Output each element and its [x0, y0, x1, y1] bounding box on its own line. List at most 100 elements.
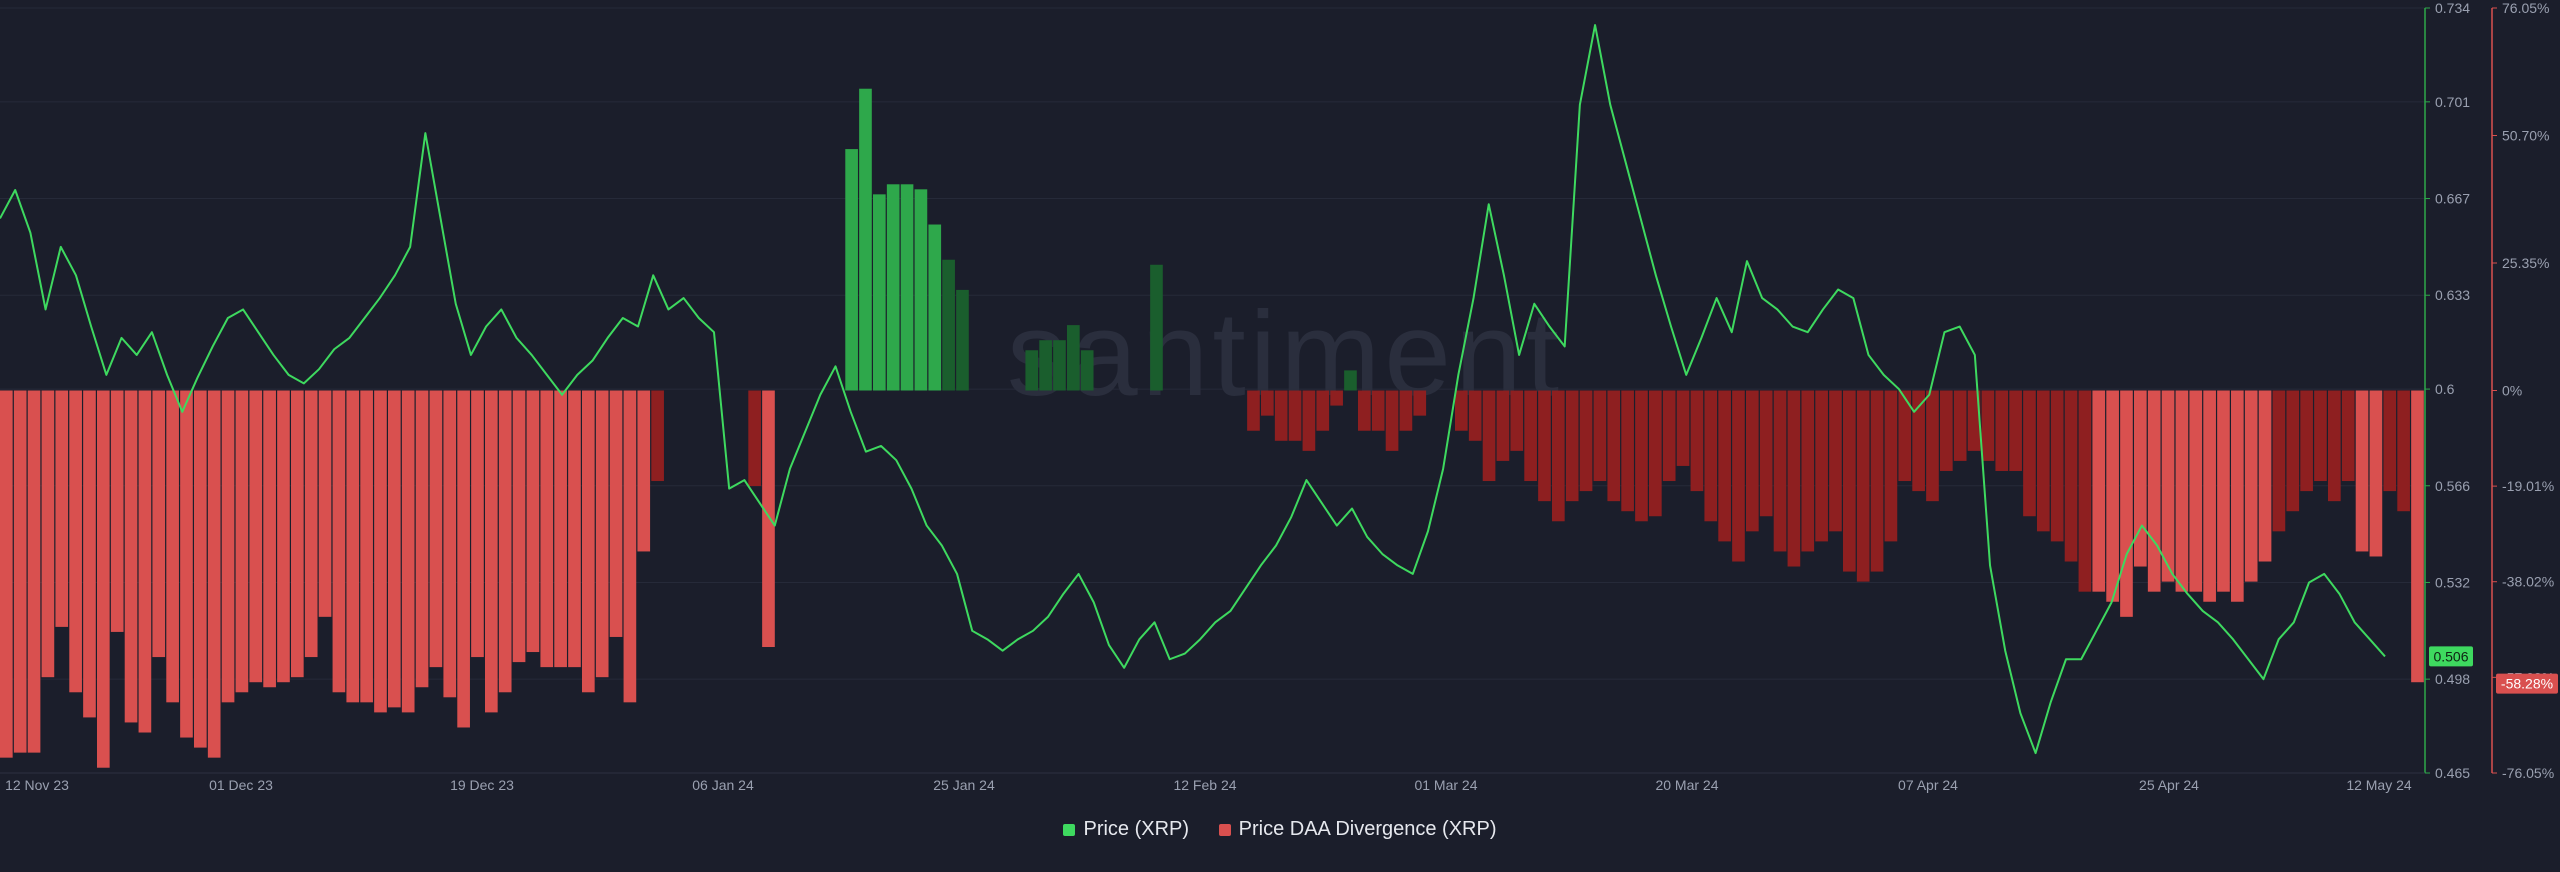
divergence-bar	[845, 149, 858, 391]
divergence-bar	[1455, 390, 1468, 431]
divergence-bar	[2286, 390, 2300, 512]
divergence-bar	[498, 390, 512, 693]
price-tick-label: 0.633	[2435, 287, 2470, 303]
divergence-tick-label: 50.70%	[2502, 128, 2549, 144]
divergence-bar	[623, 390, 637, 703]
divergence-bar	[1316, 390, 1330, 431]
legend-item-divergence[interactable]: Price DAA Divergence (XRP)	[1218, 818, 1497, 841]
divergence-bar	[1565, 390, 1579, 502]
divergence-bar	[1579, 390, 1593, 492]
divergence-bar	[2092, 390, 2106, 592]
divergence-bar	[637, 390, 651, 552]
price-tick-label: 0.667	[2435, 191, 2470, 207]
divergence-bar	[554, 390, 567, 668]
divergence-bar	[2147, 390, 2161, 592]
divergence-bar	[1607, 390, 1621, 502]
x-tick-label: 01 Mar 24	[1414, 777, 1477, 793]
price-tick-label: 0.498	[2435, 671, 2470, 687]
x-tick-label: 07 Apr 24	[1898, 777, 1958, 793]
divergence-bar	[110, 390, 124, 632]
divergence-bar	[388, 390, 401, 708]
divergence-bar	[2258, 390, 2272, 562]
divergence-bar	[1371, 390, 1385, 431]
divergence-bar	[1274, 390, 1288, 441]
divergence-bar	[1302, 390, 1316, 451]
divergence-bar	[1704, 390, 1718, 522]
divergence-axis-ticks: 76.05%50.70%25.35%0%-19.01%-38.02%-57.03…	[2492, 0, 2554, 781]
divergence-bar	[2189, 390, 2203, 592]
divergence-bar	[1482, 390, 1496, 482]
divergence-bar	[1261, 390, 1274, 416]
divergence-bar	[1080, 350, 1094, 391]
divergence-bar	[207, 390, 221, 758]
divergence-bar	[2134, 390, 2147, 567]
divergence-bar	[332, 390, 346, 693]
divergence-bar	[1538, 390, 1551, 502]
divergence-bar	[1926, 390, 1939, 502]
divergence-bar	[1815, 390, 1828, 542]
legend-item-price[interactable]: Price (XRP)	[1063, 818, 1189, 841]
divergence-bar	[221, 390, 235, 703]
divergence-bar	[263, 390, 276, 688]
x-tick-label: 06 Jan 24	[692, 777, 754, 793]
legend-label-divergence: Price DAA Divergence (XRP)	[1238, 818, 1497, 840]
divergence-bar	[1829, 390, 1842, 532]
divergence-bar	[1870, 390, 1884, 572]
divergence-bar	[2106, 390, 2119, 602]
divergence-bar	[429, 390, 443, 668]
divergence-bar	[194, 390, 207, 748]
x-tick-label: 25 Jan 24	[933, 777, 995, 793]
divergence-bar	[1953, 390, 1967, 461]
divergence-bar	[443, 390, 457, 698]
divergence-bar	[2369, 390, 2383, 557]
divergence-bar	[2050, 390, 2064, 542]
divergence-bar	[1288, 390, 1302, 441]
x-axis-ticks: 12 Nov 23 01 Dec 23 19 Dec 23 06 Jan 24 25 J…	[5, 777, 2412, 793]
divergence-bar	[2328, 390, 2341, 502]
divergence-bar	[277, 390, 290, 683]
divergence-bar	[1662, 390, 1676, 482]
divergence-bar	[0, 390, 13, 758]
divergence-bar	[1856, 390, 1870, 582]
divergence-bar	[318, 390, 332, 617]
divergence-bar	[1746, 390, 1759, 532]
divergence-bar	[1385, 390, 1399, 451]
divergence-bar	[2175, 390, 2189, 592]
chart-svg: santiment 12 Nov 23 01 Dec 23 19 Dec 23 06 …	[0, 0, 2558, 793]
divergence-bar	[859, 88, 872, 391]
divergence-bar	[41, 390, 55, 678]
divergence-bar	[1621, 390, 1634, 512]
divergence-bar	[346, 390, 360, 703]
divergence-bar	[235, 390, 249, 693]
divergence-tick-label: 76.05%	[2502, 0, 2549, 16]
divergence-bar	[1843, 390, 1856, 572]
divergence-bar	[942, 259, 955, 391]
legend: Price (XRP) Price DAA Divergence (XRP)	[0, 818, 2560, 842]
divergence-bar	[2203, 390, 2216, 602]
divergence-bar	[2120, 390, 2133, 617]
divergence-bar	[2383, 390, 2397, 492]
divergence-bar	[1330, 390, 1343, 406]
divergence-bar	[304, 390, 318, 658]
divergence-bar	[928, 224, 942, 391]
divergence-bar	[1524, 390, 1537, 482]
divergence-bar	[512, 390, 526, 663]
divergence-bar	[13, 390, 27, 753]
divergence-bar	[748, 390, 761, 487]
divergence-bar	[2300, 390, 2313, 492]
divergence-bar	[1718, 390, 1731, 542]
divergence-tick-label: -19.01%	[2502, 478, 2554, 494]
divergence-bar	[1649, 390, 1662, 517]
divergence-bar	[249, 390, 263, 683]
legend-label-price: Price (XRP)	[1083, 818, 1190, 840]
divergence-bar	[457, 390, 470, 728]
divergence-current-label: -58.28%	[2501, 676, 2553, 692]
divergence-bar	[1940, 390, 1953, 471]
divergence-bar	[27, 390, 41, 753]
divergence-bar	[2314, 390, 2327, 482]
price-tick-label: 0.734	[2435, 0, 2470, 16]
divergence-bar	[2161, 390, 2175, 582]
divergence-bar	[582, 390, 595, 693]
divergence-bar	[1496, 390, 1510, 461]
divergence-tick-label: 25.35%	[2502, 255, 2549, 271]
